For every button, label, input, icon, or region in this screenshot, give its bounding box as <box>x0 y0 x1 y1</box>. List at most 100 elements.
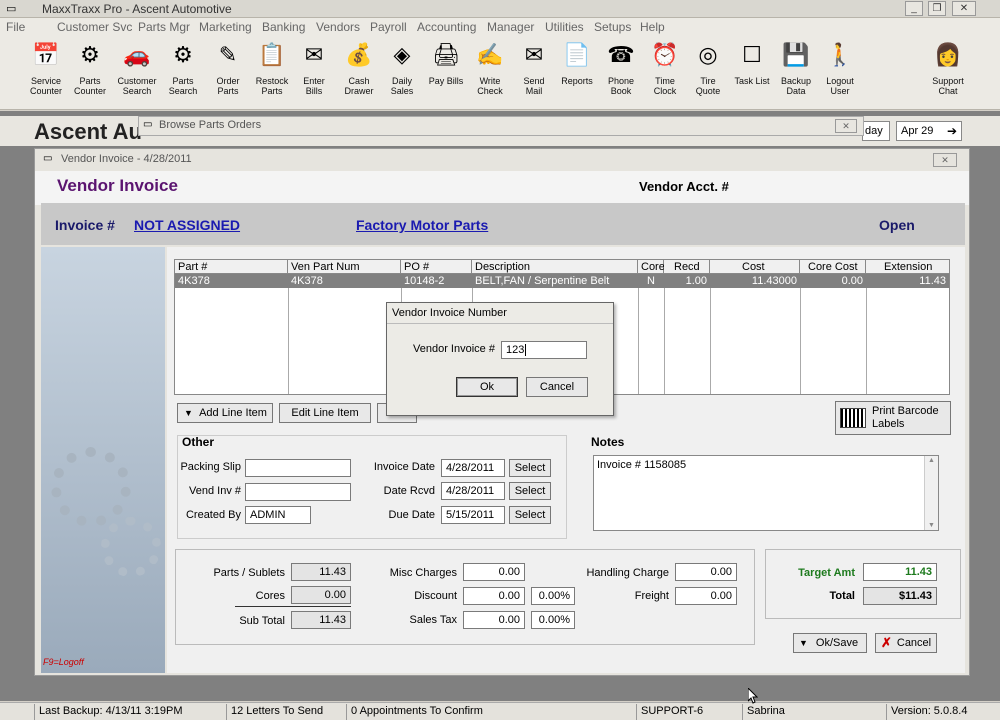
print-barcode-button[interactable]: Print Barcode Labels <box>835 401 951 435</box>
discount-percent-field[interactable]: 0.00% <box>531 587 575 605</box>
app-icon: ▭ <box>6 3 17 15</box>
gear-search-icon: ⚙ <box>173 42 193 67</box>
toolbar-parts-counter[interactable]: ⚙ Parts Counter <box>68 40 112 96</box>
menu-accounting[interactable]: Accounting <box>417 20 476 34</box>
ok-save-button[interactable]: ▼ Ok/Save <box>793 633 867 653</box>
column-header[interactable]: Core <box>638 260 665 274</box>
scroll-down-icon: ▼ <box>928 522 935 529</box>
toolbar-order-parts[interactable]: ✎ Order Parts <box>206 40 250 96</box>
created-by-field[interactable]: ADMIN <box>245 506 311 524</box>
toolbar-send-mail[interactable]: ✉ Send Mail <box>512 40 556 96</box>
column-header[interactable]: PO # <box>401 260 472 274</box>
toolbar-write-check[interactable]: ✍ Write Check <box>468 40 512 96</box>
toolbar-parts-search[interactable]: ⚙ Parts Search <box>161 40 205 96</box>
toolbar-customer-search[interactable]: 🚗 Customer Search <box>115 40 159 96</box>
station-status: SUPPORT-6 <box>636 704 740 720</box>
notes-heading: Notes <box>591 435 625 449</box>
due-date-select-button[interactable]: Select <box>509 506 551 524</box>
invoice-date-label: Invoice Date <box>373 461 435 473</box>
column-header[interactable]: Ven Part Num <box>288 260 401 274</box>
toolbar-support-chat[interactable]: 👩 Support Chat <box>926 40 970 96</box>
sales-tax-label: Sales Tax <box>409 614 458 626</box>
column-header[interactable]: Part # <box>175 260 288 274</box>
menu-help[interactable]: Help <box>640 20 665 34</box>
notes-text: Invoice # 1158085 <box>597 459 687 471</box>
menu-payroll[interactable]: Payroll <box>370 20 407 34</box>
toolbar-pay-bills[interactable]: 🖨 Pay Bills <box>424 40 468 86</box>
minimize-button[interactable]: _ <box>905 1 923 16</box>
maximize-button[interactable]: ❐ <box>928 1 946 16</box>
invoice-date-field[interactable]: 4/28/2011 <box>441 459 505 477</box>
toolbar-label: Task List <box>734 76 770 86</box>
cancel-button[interactable]: ✗ Cancel <box>875 633 937 653</box>
menu-marketing[interactable]: Marketing <box>199 20 252 34</box>
toolbar-label: Order Parts <box>216 76 240 96</box>
date-button[interactable]: Apr 29 ➔ <box>896 121 962 141</box>
toolbar-reports[interactable]: 📄 Reports <box>555 40 599 86</box>
vendor-name-link[interactable]: Factory Motor Parts <box>356 217 488 233</box>
menu-customer-svc[interactable]: Customer Svc <box>57 20 132 34</box>
menu-vendors[interactable]: Vendors <box>316 20 360 34</box>
toolbar-daily-sales[interactable]: ◈ Daily Sales <box>380 40 424 96</box>
toolbar-cash-drawer[interactable]: 💰 Cash Drawer <box>337 40 381 96</box>
vend-inv-field[interactable] <box>245 483 351 501</box>
cores-label: Cores <box>255 590 285 602</box>
letters-status[interactable]: 12 Letters To Send <box>226 704 344 720</box>
discount-field[interactable]: 0.00 <box>463 587 525 605</box>
toolbar-restock-parts[interactable]: 📋 Restock Parts <box>250 40 294 96</box>
invoice-number-link[interactable]: NOT ASSIGNED <box>134 217 240 233</box>
menu-file[interactable]: File <box>6 20 25 34</box>
freight-field[interactable]: 0.00 <box>675 587 737 605</box>
invoice-date-select-button[interactable]: Select <box>509 459 551 477</box>
dialog-cancel-button[interactable]: Cancel <box>526 377 588 397</box>
toolbar-label: Cash Drawer <box>344 76 374 96</box>
cell-part: 4K378 <box>178 275 210 287</box>
add-line-item-button[interactable]: ▼ Add Line Item <box>177 403 273 423</box>
logoff-hint: F9=Logoff <box>43 657 84 667</box>
menu-utilities[interactable]: Utilities <box>545 20 584 34</box>
vendor-invoice-number-input[interactable]: 123 <box>501 341 587 359</box>
sales-tax-percent-field[interactable]: 0.00% <box>531 611 575 629</box>
browse-close-button[interactable]: ✕ <box>835 119 857 133</box>
toolbar-phone-book[interactable]: ☎ Phone Book <box>599 40 643 96</box>
date-rcvd-label: Date Rcvd <box>383 485 435 497</box>
handling-charge-label: Handling Charge <box>586 567 669 579</box>
misc-charges-field[interactable]: 0.00 <box>463 563 525 581</box>
toolbar-enter-bills[interactable]: ✉ Enter Bills <box>292 40 336 96</box>
toolbar-time-clock[interactable]: ⏰ Time Clock <box>643 40 687 96</box>
column-header[interactable]: Recd <box>664 260 710 274</box>
arrow-right-icon: ➔ <box>946 124 957 138</box>
date-rcvd-select-button[interactable]: Select <box>509 482 551 500</box>
car-icon: 🚗 <box>123 42 151 67</box>
parts-sublets-label: Parts / Sublets <box>213 567 285 579</box>
menu-bar: File Customer Svc Parts Mgr Marketing Ba… <box>0 18 1000 36</box>
vendor-invoice-close-button[interactable]: ✕ <box>933 153 957 167</box>
target-amt-field[interactable]: 11.43 <box>863 563 937 581</box>
table-row[interactable]: 4K378 4K378 10148-2 BELT,FAN / Serpentin… <box>175 274 949 288</box>
column-divider <box>800 274 801 394</box>
date-rcvd-field[interactable]: 4/28/2011 <box>441 482 505 500</box>
notes-textarea[interactable]: Invoice # 1158085 ▲ ▼ <box>593 455 939 531</box>
close-button[interactable]: ✕ <box>952 1 976 16</box>
dialog-ok-button[interactable]: Ok <box>456 377 518 397</box>
column-header[interactable]: Extension <box>866 260 949 274</box>
edit-line-item-button[interactable]: Edit Line Item <box>279 403 371 423</box>
menu-manager[interactable]: Manager <box>487 20 534 34</box>
column-header[interactable]: Core Cost <box>800 260 866 274</box>
toolbar-service-counter[interactable]: 📅 Service Counter <box>24 40 68 96</box>
due-date-field[interactable]: 5/15/2011 <box>441 506 505 524</box>
packing-slip-field[interactable] <box>245 459 351 477</box>
menu-banking[interactable]: Banking <box>262 20 305 34</box>
notes-scrollbar[interactable]: ▲ ▼ <box>924 456 938 530</box>
column-header[interactable]: Cost <box>710 260 800 274</box>
handling-charge-field[interactable]: 0.00 <box>675 563 737 581</box>
toolbar-logout-user[interactable]: 🚶 Logout User <box>818 40 862 96</box>
appointments-status[interactable]: 0 Appointments To Confirm <box>346 704 634 720</box>
column-header[interactable]: Description <box>472 260 638 274</box>
toolbar-backup-data[interactable]: 💾 Backup Data <box>774 40 818 96</box>
menu-setups[interactable]: Setups <box>594 20 631 34</box>
menu-parts-mgr[interactable]: Parts Mgr <box>138 20 190 34</box>
sales-tax-field[interactable]: 0.00 <box>463 611 525 629</box>
toolbar-task-list[interactable]: ☐ Task List <box>730 40 774 86</box>
toolbar-tire-quote[interactable]: ◎ Tire Quote <box>686 40 730 96</box>
